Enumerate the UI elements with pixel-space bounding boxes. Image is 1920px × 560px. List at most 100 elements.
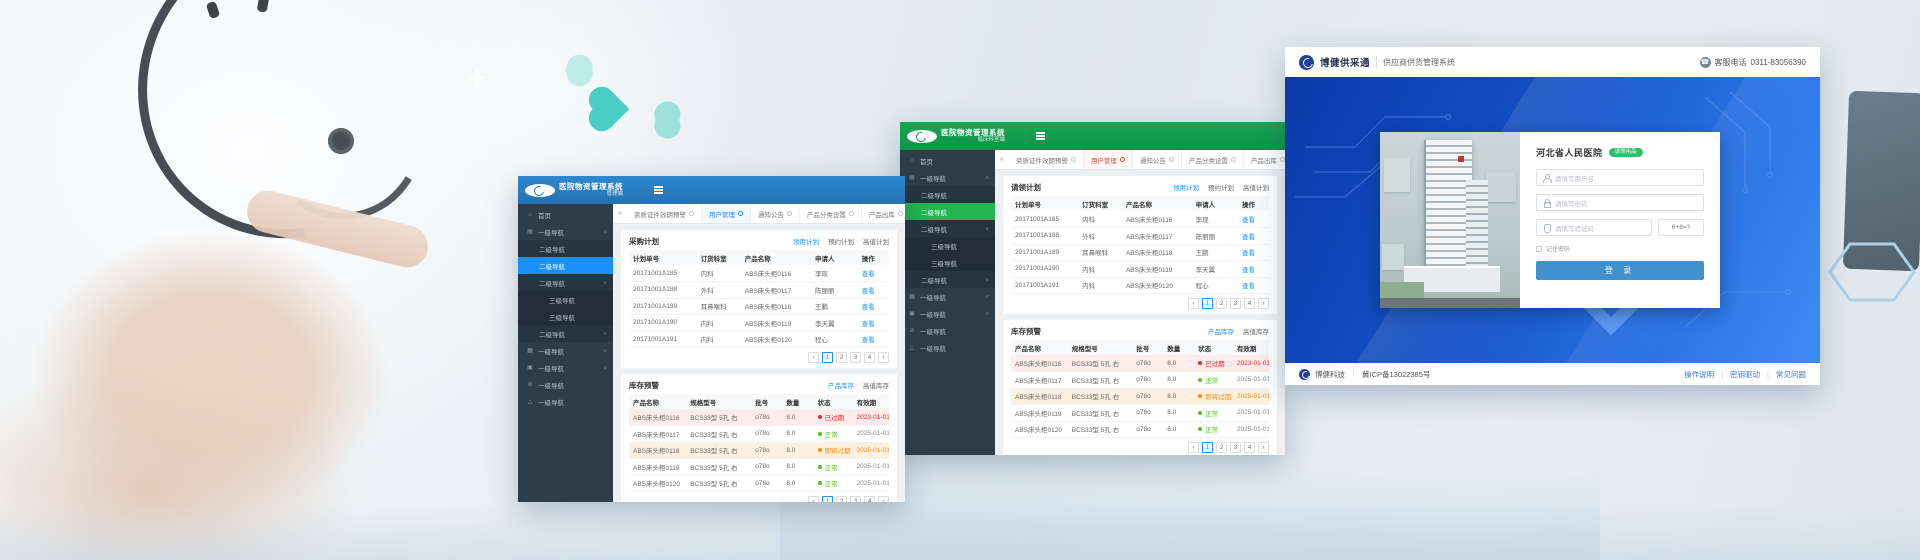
- sidebar-item-nav1[interactable]: 一级导航: [518, 393, 613, 410]
- sidebar-item-nav2[interactable]: 二级导航: [900, 271, 995, 288]
- next-page-button[interactable]: ›: [1258, 298, 1269, 309]
- page-button[interactable]: 1: [1202, 442, 1213, 453]
- page-button[interactable]: 3: [850, 352, 861, 363]
- sidebar-item-nav3[interactable]: 三级导航: [518, 291, 613, 308]
- page-button[interactable]: 1: [822, 352, 833, 363]
- sidebar-item-nav2[interactable]: 二级导航: [518, 274, 613, 291]
- menu-toggle-icon[interactable]: [654, 186, 663, 188]
- sidebar-item-nav2[interactable]: 二级导航: [518, 240, 613, 257]
- next-page-button[interactable]: ›: [878, 352, 889, 363]
- checkbox-icon[interactable]: [1536, 246, 1542, 252]
- sidebar-item-nav2[interactable]: 二级导航: [518, 325, 613, 342]
- nav-icon: [526, 398, 534, 405]
- captcha-input[interactable]: 请填写验证码: [1536, 219, 1652, 236]
- view-link[interactable]: 查看: [1242, 267, 1255, 274]
- link-manual[interactable]: 操作说明: [1684, 369, 1714, 380]
- status-badge: 已过期: [814, 409, 853, 426]
- view-link[interactable]: 查看: [862, 288, 875, 295]
- page-button[interactable]: 2: [836, 496, 847, 502]
- view-link[interactable]: 查看: [1242, 234, 1255, 241]
- page-button[interactable]: 2: [1216, 442, 1227, 453]
- sidebar-item-nav1[interactable]: 一级导航: [518, 359, 613, 376]
- link-faq[interactable]: 常见问题: [1776, 369, 1806, 380]
- collapse-tabs-icon[interactable]: [613, 204, 627, 223]
- link-usage-plan[interactable]: 领用计划: [1173, 182, 1199, 192]
- view-link[interactable]: 查看: [862, 304, 875, 311]
- page-button[interactable]: 1: [1202, 298, 1213, 309]
- view-link[interactable]: 查看: [862, 337, 875, 344]
- section-title: 库存预警: [629, 380, 659, 391]
- page-button[interactable]: 3: [850, 496, 861, 502]
- remember-password[interactable]: 记住密码: [1536, 244, 1704, 253]
- tab-user-mgmt[interactable]: 用户管理: [1084, 150, 1133, 169]
- sidebar-item-nav1[interactable]: 一级导航: [518, 223, 613, 240]
- sidebar-item-nav1[interactable]: 一级导航: [900, 169, 995, 186]
- sidebar-item-nav1[interactable]: 一级导航: [900, 339, 995, 356]
- tab-user-mgmt[interactable]: 用户管理: [702, 204, 751, 223]
- prev-page-button[interactable]: ‹: [808, 496, 819, 502]
- page-button[interactable]: 4: [864, 352, 875, 363]
- menu-toggle-icon[interactable]: [1036, 132, 1045, 134]
- prev-page-button[interactable]: ‹: [1188, 298, 1199, 309]
- password-input[interactable]: 请填写密码: [1536, 194, 1704, 211]
- next-page-button[interactable]: ›: [878, 496, 889, 502]
- tab-category[interactable]: 产品分类设置: [800, 204, 862, 223]
- sidebar-item-nav2-active[interactable]: 二级导航: [518, 257, 613, 274]
- captcha-question[interactable]: 6+8=?: [1658, 219, 1704, 236]
- page-button[interactable]: 1: [822, 496, 833, 502]
- view-link[interactable]: 查看: [862, 271, 875, 278]
- sidebar-item-home[interactable]: 首页: [900, 152, 995, 169]
- sidebar-item-home[interactable]: 首页: [518, 206, 613, 223]
- tab-cert-warning[interactable]: 资质证件效期预警: [627, 204, 702, 223]
- sidebar-item-nav2[interactable]: 二级导航: [900, 220, 995, 237]
- sidebar-item-nav3[interactable]: 三级导航: [900, 254, 995, 271]
- sidebar-item-nav1[interactable]: 一级导航: [518, 376, 613, 393]
- page-button[interactable]: 4: [1244, 298, 1255, 309]
- view-link[interactable]: 查看: [1242, 217, 1255, 224]
- prev-page-button[interactable]: ‹: [1188, 442, 1199, 453]
- sidebar-item-nav3[interactable]: 三级导航: [900, 237, 995, 254]
- tab-category[interactable]: 产品分类设置: [1182, 150, 1244, 169]
- sidebar-item-nav3[interactable]: 三级导航: [518, 308, 613, 325]
- link-key-driver[interactable]: 密钥驱动: [1730, 369, 1760, 380]
- collapse-tabs-icon[interactable]: [995, 150, 1009, 169]
- link-reserve-plan[interactable]: 预约计划: [828, 236, 854, 246]
- background-wash: [0, 505, 1920, 560]
- tab-circle-icon: [849, 211, 854, 216]
- view-link[interactable]: 查看: [862, 321, 875, 328]
- status-badge: 正常: [1194, 372, 1233, 389]
- sidebar-item-nav2-active[interactable]: 二级导航: [900, 203, 995, 220]
- tab-notice[interactable]: 通知公告: [1133, 150, 1182, 169]
- tab-cert-warning[interactable]: 资质证件效期预警: [1009, 150, 1084, 169]
- link-usage-plan[interactable]: 领用计划: [793, 236, 819, 246]
- link-highvalue-plan[interactable]: 高值计划: [1243, 182, 1269, 192]
- plan-row: 20171001A189耳鼻喉科ABS床头柜0118王鹏查看: [629, 298, 889, 315]
- next-page-button[interactable]: ›: [1258, 442, 1269, 453]
- page-button[interactable]: 3: [1230, 442, 1241, 453]
- view-link[interactable]: 查看: [1242, 283, 1255, 290]
- sidebar-item-nav1[interactable]: 一级导航: [900, 322, 995, 339]
- view-link[interactable]: 查看: [1242, 250, 1255, 257]
- link-highvalue-stock[interactable]: 高值库存: [1243, 326, 1269, 336]
- link-product-stock[interactable]: 产品库存: [828, 380, 854, 390]
- link-reserve-plan[interactable]: 预约计划: [1208, 182, 1234, 192]
- link-highvalue-stock[interactable]: 高值库存: [863, 380, 889, 390]
- page-button[interactable]: 2: [836, 352, 847, 363]
- link-product-stock[interactable]: 产品库存: [1208, 326, 1234, 336]
- prev-page-button[interactable]: ‹: [808, 352, 819, 363]
- page-button[interactable]: 4: [1244, 442, 1255, 453]
- login-button[interactable]: 登 录: [1536, 261, 1704, 280]
- page-button[interactable]: 4: [864, 496, 875, 502]
- tab-notice[interactable]: 通知公告: [751, 204, 800, 223]
- tab-outbound[interactable]: 产品出库: [862, 204, 905, 223]
- username-input[interactable]: 请填写用户名: [1536, 169, 1704, 186]
- sidebar-item-nav1[interactable]: 一级导航: [900, 305, 995, 322]
- link-highvalue-plan[interactable]: 高值计划: [863, 236, 889, 246]
- sidebar-item-nav1[interactable]: 一级导航: [518, 342, 613, 359]
- sidebar-item-nav1[interactable]: 一级导航: [900, 288, 995, 305]
- tab-outbound[interactable]: 产品出库: [1244, 150, 1285, 169]
- stethoscope-chestpiece-icon: [328, 128, 354, 154]
- page-button[interactable]: 3: [1230, 298, 1241, 309]
- sidebar-item-nav2[interactable]: 二级导航: [900, 186, 995, 203]
- page-button[interactable]: 2: [1216, 298, 1227, 309]
